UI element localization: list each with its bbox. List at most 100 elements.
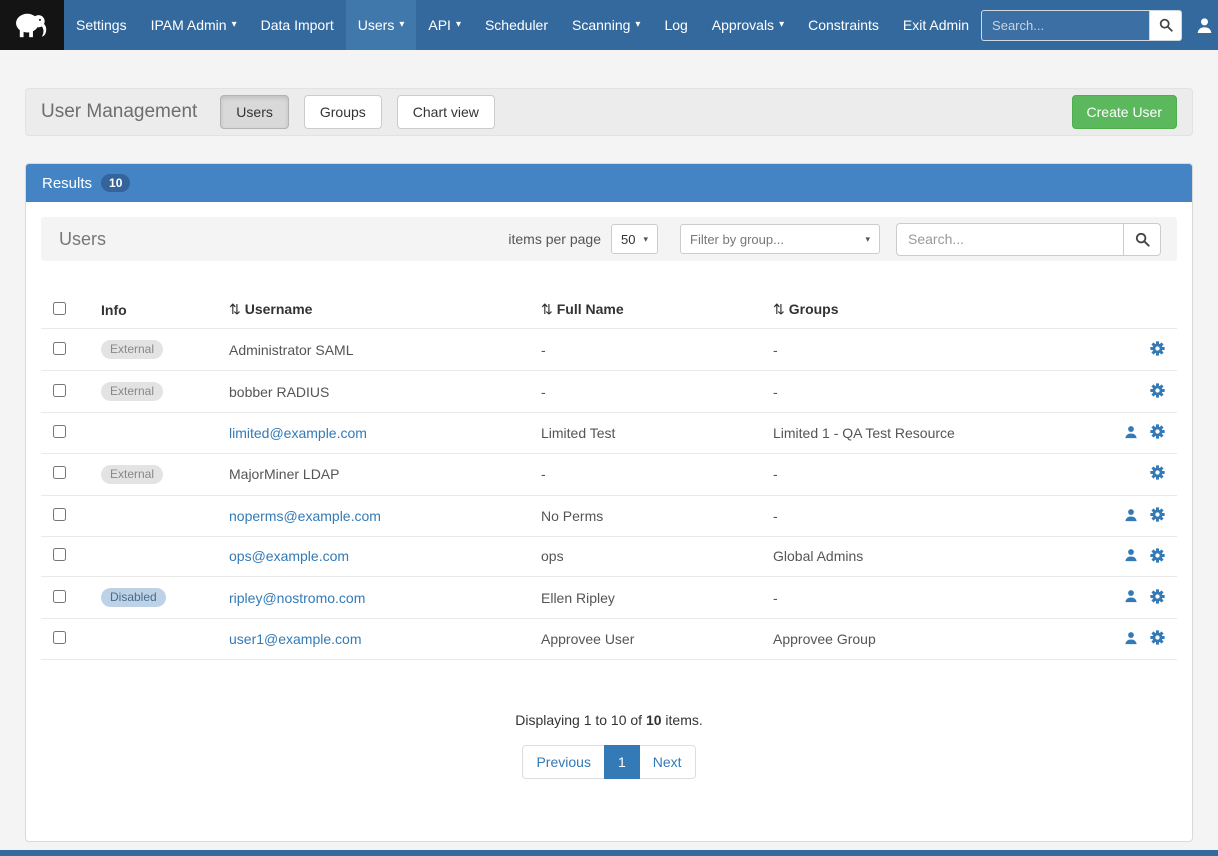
group-filter-placeholder: Filter by group... xyxy=(690,232,784,247)
column-header-groups[interactable]: ⇅Groups xyxy=(761,291,1089,329)
nav-item-label: Log xyxy=(664,17,687,33)
row-checkbox[interactable] xyxy=(53,631,66,644)
row-checkbox[interactable] xyxy=(53,466,66,479)
gear-icon[interactable] xyxy=(1150,507,1165,522)
nav-item-label: Scheduler xyxy=(485,17,548,33)
previous-page-button[interactable]: Previous xyxy=(522,745,604,779)
tab-groups[interactable]: Groups xyxy=(304,95,382,129)
row-checkbox[interactable] xyxy=(53,425,66,438)
row-checkbox[interactable] xyxy=(53,342,66,355)
username-link[interactable]: ops@example.com xyxy=(229,548,349,564)
user-profile-icon[interactable] xyxy=(1124,589,1138,603)
results-panel-heading: Results 10 xyxy=(26,164,1192,202)
user-row-noperms-example-com: noperms@example.com No Perms - xyxy=(41,496,1177,537)
chevron-down-icon: ▾ xyxy=(643,234,648,245)
top-navbar: Settings ▾ IPAM Admin ▾ Data Import ▾ Us… xyxy=(0,0,1218,50)
select-all-checkbox[interactable] xyxy=(53,302,66,315)
user-profile-icon[interactable] xyxy=(1124,508,1138,522)
nav-item-scanning[interactable]: Scanning ▾ xyxy=(560,0,652,50)
table-search-input[interactable] xyxy=(896,223,1123,256)
nav-item-data-import[interactable]: Data Import ▾ xyxy=(249,0,346,50)
groups-cell: - xyxy=(761,577,1089,619)
nav-item-settings[interactable]: Settings ▾ xyxy=(64,0,139,50)
create-user-button[interactable]: Create User xyxy=(1072,95,1177,129)
username-link[interactable]: user1@example.com xyxy=(229,631,362,647)
username-link[interactable]: noperms@example.com xyxy=(229,508,381,524)
user-row-user1-example-com: user1@example.com Approvee User Approvee… xyxy=(41,619,1177,660)
nav-item-approvals[interactable]: Approvals ▾ xyxy=(700,0,796,50)
nav-item-scheduler[interactable]: Scheduler ▾ xyxy=(473,0,560,50)
nav-item-label: Scanning xyxy=(572,17,630,33)
gear-icon[interactable] xyxy=(1150,383,1165,398)
table-search xyxy=(896,223,1161,256)
tab-chart-view[interactable]: Chart view xyxy=(397,95,495,129)
nav-item-api[interactable]: API ▾ xyxy=(416,0,473,50)
nav-item-constraints[interactable]: Constraints ▾ xyxy=(796,0,891,50)
gear-icon[interactable] xyxy=(1150,424,1165,439)
gear-icon[interactable] xyxy=(1150,548,1165,563)
gear-icon[interactable] xyxy=(1150,341,1165,356)
next-page-button[interactable]: Next xyxy=(639,745,696,779)
status-badge: Disabled xyxy=(101,588,166,607)
tab-users[interactable]: Users xyxy=(220,95,289,129)
user-row-majorminer-ldap: External MajorMiner LDAP - - xyxy=(41,453,1177,495)
table-search-button[interactable] xyxy=(1123,223,1161,256)
user-menu[interactable]: ▾ xyxy=(1192,17,1218,34)
global-search-button[interactable] xyxy=(1149,10,1182,41)
user-account-icon xyxy=(1196,17,1213,34)
nav-item-label: Users xyxy=(358,17,395,33)
status-badge: External xyxy=(101,382,163,401)
column-header-full-name[interactable]: ⇅Full Name xyxy=(529,291,761,329)
username-link[interactable]: limited@example.com xyxy=(229,425,367,441)
row-checkbox[interactable] xyxy=(53,590,66,603)
row-checkbox[interactable] xyxy=(53,508,66,521)
search-icon xyxy=(1135,232,1150,247)
user-row-bobber-radius: External bobber RADIUS - - xyxy=(41,371,1177,413)
nav-item-exit-admin[interactable]: Exit Admin ▾ xyxy=(891,0,981,50)
nav-item-users[interactable]: Users ▾ xyxy=(346,0,417,50)
chevron-down-icon: ▾ xyxy=(456,20,461,30)
user-row-limited-example-com: limited@example.com Limited Test Limited… xyxy=(41,413,1177,454)
full-name-cell: - xyxy=(529,453,761,495)
results-panel: Results 10 Users items per page 50 ▾ Fil… xyxy=(25,163,1193,842)
users-section-title: Users xyxy=(59,229,106,250)
footer-bar xyxy=(0,850,1218,856)
chevron-down-icon: ▾ xyxy=(232,20,237,30)
gear-icon[interactable] xyxy=(1150,630,1165,645)
users-table: Info ⇅Username ⇅Full Name ⇅Groups Extern… xyxy=(41,291,1177,660)
nav-item-ipam-admin[interactable]: IPAM Admin ▾ xyxy=(139,0,249,50)
column-header-username[interactable]: ⇅Username xyxy=(217,291,529,329)
results-panel-body: Users items per page 50 ▾ Filter by grou… xyxy=(26,202,1192,841)
row-checkbox[interactable] xyxy=(53,384,66,397)
gear-icon[interactable] xyxy=(1150,589,1165,604)
user-profile-icon[interactable] xyxy=(1124,631,1138,645)
pagination: Previous 1 Next xyxy=(41,745,1177,779)
username-link[interactable]: bobber RADIUS xyxy=(229,384,329,400)
gear-icon[interactable] xyxy=(1150,465,1165,480)
brand-logo[interactable] xyxy=(0,0,64,50)
chevron-down-icon: ▾ xyxy=(865,234,870,245)
user-profile-icon[interactable] xyxy=(1124,425,1138,439)
groups-cell: Global Admins xyxy=(761,536,1089,577)
username-link[interactable]: ripley@nostromo.com xyxy=(229,590,365,606)
items-per-page-select[interactable]: 50 ▾ xyxy=(611,224,658,254)
nav-item-log[interactable]: Log ▾ xyxy=(652,0,699,50)
page-title: User Management xyxy=(41,101,197,123)
user-row-ripley-nostromo-com: Disabled ripley@nostromo.com Ellen Riple… xyxy=(41,577,1177,619)
page-1-button[interactable]: 1 xyxy=(604,745,640,779)
page-header-bar: User Management Users Groups Chart view … xyxy=(25,88,1193,136)
status-badge: External xyxy=(101,340,163,359)
username-link[interactable]: MajorMiner LDAP xyxy=(229,466,339,482)
column-header-info: Info xyxy=(89,291,217,329)
group-filter-select[interactable]: Filter by group... ▾ xyxy=(680,224,880,254)
nav-item-label: Settings xyxy=(76,17,127,33)
full-name-cell: Limited Test xyxy=(529,413,761,454)
groups-cell: - xyxy=(761,329,1089,371)
chevron-down-icon: ▾ xyxy=(635,20,640,30)
user-profile-icon[interactable] xyxy=(1124,548,1138,562)
row-checkbox[interactable] xyxy=(53,548,66,561)
username-link[interactable]: Administrator SAML xyxy=(229,342,353,358)
user-row-ops-example-com: ops@example.com ops Global Admins xyxy=(41,536,1177,577)
status-badge: External xyxy=(101,465,163,484)
global-search-input[interactable] xyxy=(981,10,1149,41)
